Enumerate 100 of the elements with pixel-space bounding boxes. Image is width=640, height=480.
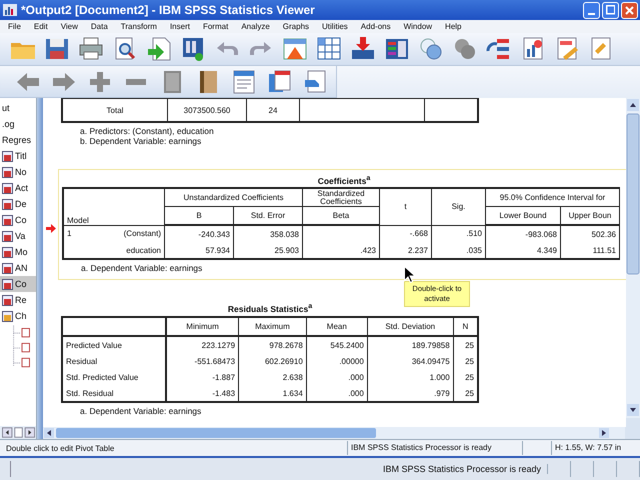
row-header: Std. Predicted Value	[62, 369, 166, 385]
table-cell: -240.343	[164, 225, 234, 242]
table-cell: Total	[62, 98, 168, 122]
table-cell: .000	[306, 385, 368, 402]
table-cell: 223.1279	[166, 336, 239, 353]
column-header: Mean	[306, 317, 368, 336]
maximize-icon	[606, 5, 616, 15]
close-button[interactable]	[621, 2, 638, 18]
outline-item[interactable]: Co	[0, 276, 36, 292]
outline-item[interactable]: Re	[0, 292, 36, 308]
table-page-icon	[2, 214, 13, 226]
table-cell: -983.068	[486, 225, 560, 242]
table-cell: -1.887	[166, 369, 239, 385]
table-cell: 25	[453, 353, 478, 369]
table-cell: 57.934	[164, 242, 234, 259]
outline-item[interactable]: De	[0, 196, 36, 212]
column-header: Std. Deviation	[367, 317, 454, 336]
outline-item[interactable]: Titl	[0, 148, 36, 164]
menu-item[interactable]: Edit	[34, 22, 48, 31]
window-title: *Output2 [Document2] - IBM SPSS Statistics Viewer	[21, 3, 316, 17]
table-cell: -1.483	[166, 385, 239, 402]
table-cell: (Constant)	[90, 225, 164, 242]
table-cell: 4.349	[486, 242, 560, 259]
status-panel: IBM SPSS Statistics Processor is ready	[376, 464, 548, 474]
column-header: Standardized Coefficients	[302, 188, 380, 206]
outline-item[interactable]: .og	[0, 116, 36, 132]
table-cell: 978.2678	[238, 336, 306, 353]
outline-item[interactable]: Mo	[0, 244, 36, 260]
menu-item[interactable]: File	[8, 22, 21, 31]
table-footnote: b. Dependent Variable: earnings	[80, 136, 202, 146]
table-cell: 358.038	[234, 225, 302, 242]
menu-item[interactable]: Utilities	[322, 22, 348, 31]
table-page-icon	[2, 230, 13, 242]
table-page-icon	[2, 278, 13, 290]
table-cell: 2.638	[238, 369, 306, 385]
outline-item[interactable]: AN	[0, 260, 36, 276]
table-cell: .423	[302, 242, 380, 259]
table-footnote: a. Dependent Variable: earnings	[80, 263, 204, 273]
status-panel: H: 1.55, W: 7.57 in	[551, 441, 640, 455]
table-page-icon	[2, 310, 13, 322]
table-cell: 602.26910	[238, 353, 306, 369]
menu-item[interactable]: Graphs	[282, 22, 310, 31]
app-icon	[3, 4, 17, 16]
menu-item[interactable]: Analyze	[241, 22, 270, 31]
table-cell: 24	[246, 98, 300, 122]
menu-item[interactable]: Data	[90, 22, 108, 31]
table-page-icon	[2, 150, 13, 162]
row-header: Predicted Value	[62, 336, 166, 353]
table-cell: .035	[432, 242, 486, 259]
minimize-button[interactable]	[583, 2, 600, 18]
outline-item[interactable]: Co	[0, 212, 36, 228]
table-cell: 1	[63, 225, 90, 242]
column-header: Sig.	[432, 188, 486, 225]
table-cell: 502.36	[560, 225, 620, 242]
outline-item[interactable]: Ch	[0, 308, 36, 324]
table-cell: 25	[453, 385, 478, 402]
column-header: B	[164, 206, 234, 225]
table-page-icon	[2, 294, 13, 306]
column-header: t	[380, 188, 432, 225]
menu-item[interactable]: Insert	[170, 22, 190, 31]
outline-item[interactable]: No	[0, 164, 36, 180]
column-header: Std. Error	[234, 206, 302, 225]
column-header: Upper Boun	[560, 206, 620, 225]
table-cell: .000	[306, 369, 368, 385]
table-page-icon	[2, 262, 13, 274]
menu-item[interactable]: Window	[404, 22, 432, 31]
table-title: Residuals Statistics$^{a}$	[226, 302, 314, 316]
mouse-pointer-icon	[404, 266, 415, 283]
outline-item[interactable]: ut	[0, 100, 36, 116]
minimize-icon	[588, 12, 595, 14]
table-cell: 1.634	[238, 385, 306, 402]
menu-item[interactable]: Transform	[120, 22, 157, 31]
outline-item[interactable]: Va	[0, 228, 36, 244]
menu-item[interactable]: Add-ons	[360, 22, 391, 31]
table-cell: .00000	[306, 353, 368, 369]
horizontal-scrollbar[interactable]	[0, 426, 36, 439]
row-header: Residual	[62, 353, 166, 369]
outline-item[interactable]: Regres	[0, 132, 36, 148]
column-header: 95.0% Confidence Interval for	[486, 188, 620, 206]
table-cell: 1.000	[367, 369, 454, 385]
close-icon	[625, 6, 634, 14]
menu-item[interactable]: Format	[202, 22, 228, 31]
column-header: Lower Bound	[486, 206, 560, 225]
table-title: Coefficients$^{a}$	[316, 174, 372, 187]
table-cell: -551.68473	[166, 353, 239, 369]
selection-arrow-icon	[46, 224, 56, 233]
table-cell: 25.903	[234, 242, 302, 259]
export-icon[interactable]	[145, 35, 173, 63]
menu-item[interactable]: View	[60, 22, 78, 31]
status-panel: IBM SPSS Statistics Processor is ready	[347, 441, 522, 455]
table-page-icon	[2, 198, 13, 210]
menu-item[interactable]: Help	[445, 22, 462, 31]
column-header: Minimum	[166, 317, 239, 336]
table-cell: -.668	[380, 225, 432, 242]
maximize-button[interactable]	[602, 2, 619, 18]
outline-item[interactable]: Act	[0, 180, 36, 196]
table-cell: 25	[453, 369, 478, 385]
table-page-icon	[2, 166, 13, 178]
table-cell: 364.09475	[367, 353, 454, 369]
table-page-icon	[2, 246, 13, 258]
